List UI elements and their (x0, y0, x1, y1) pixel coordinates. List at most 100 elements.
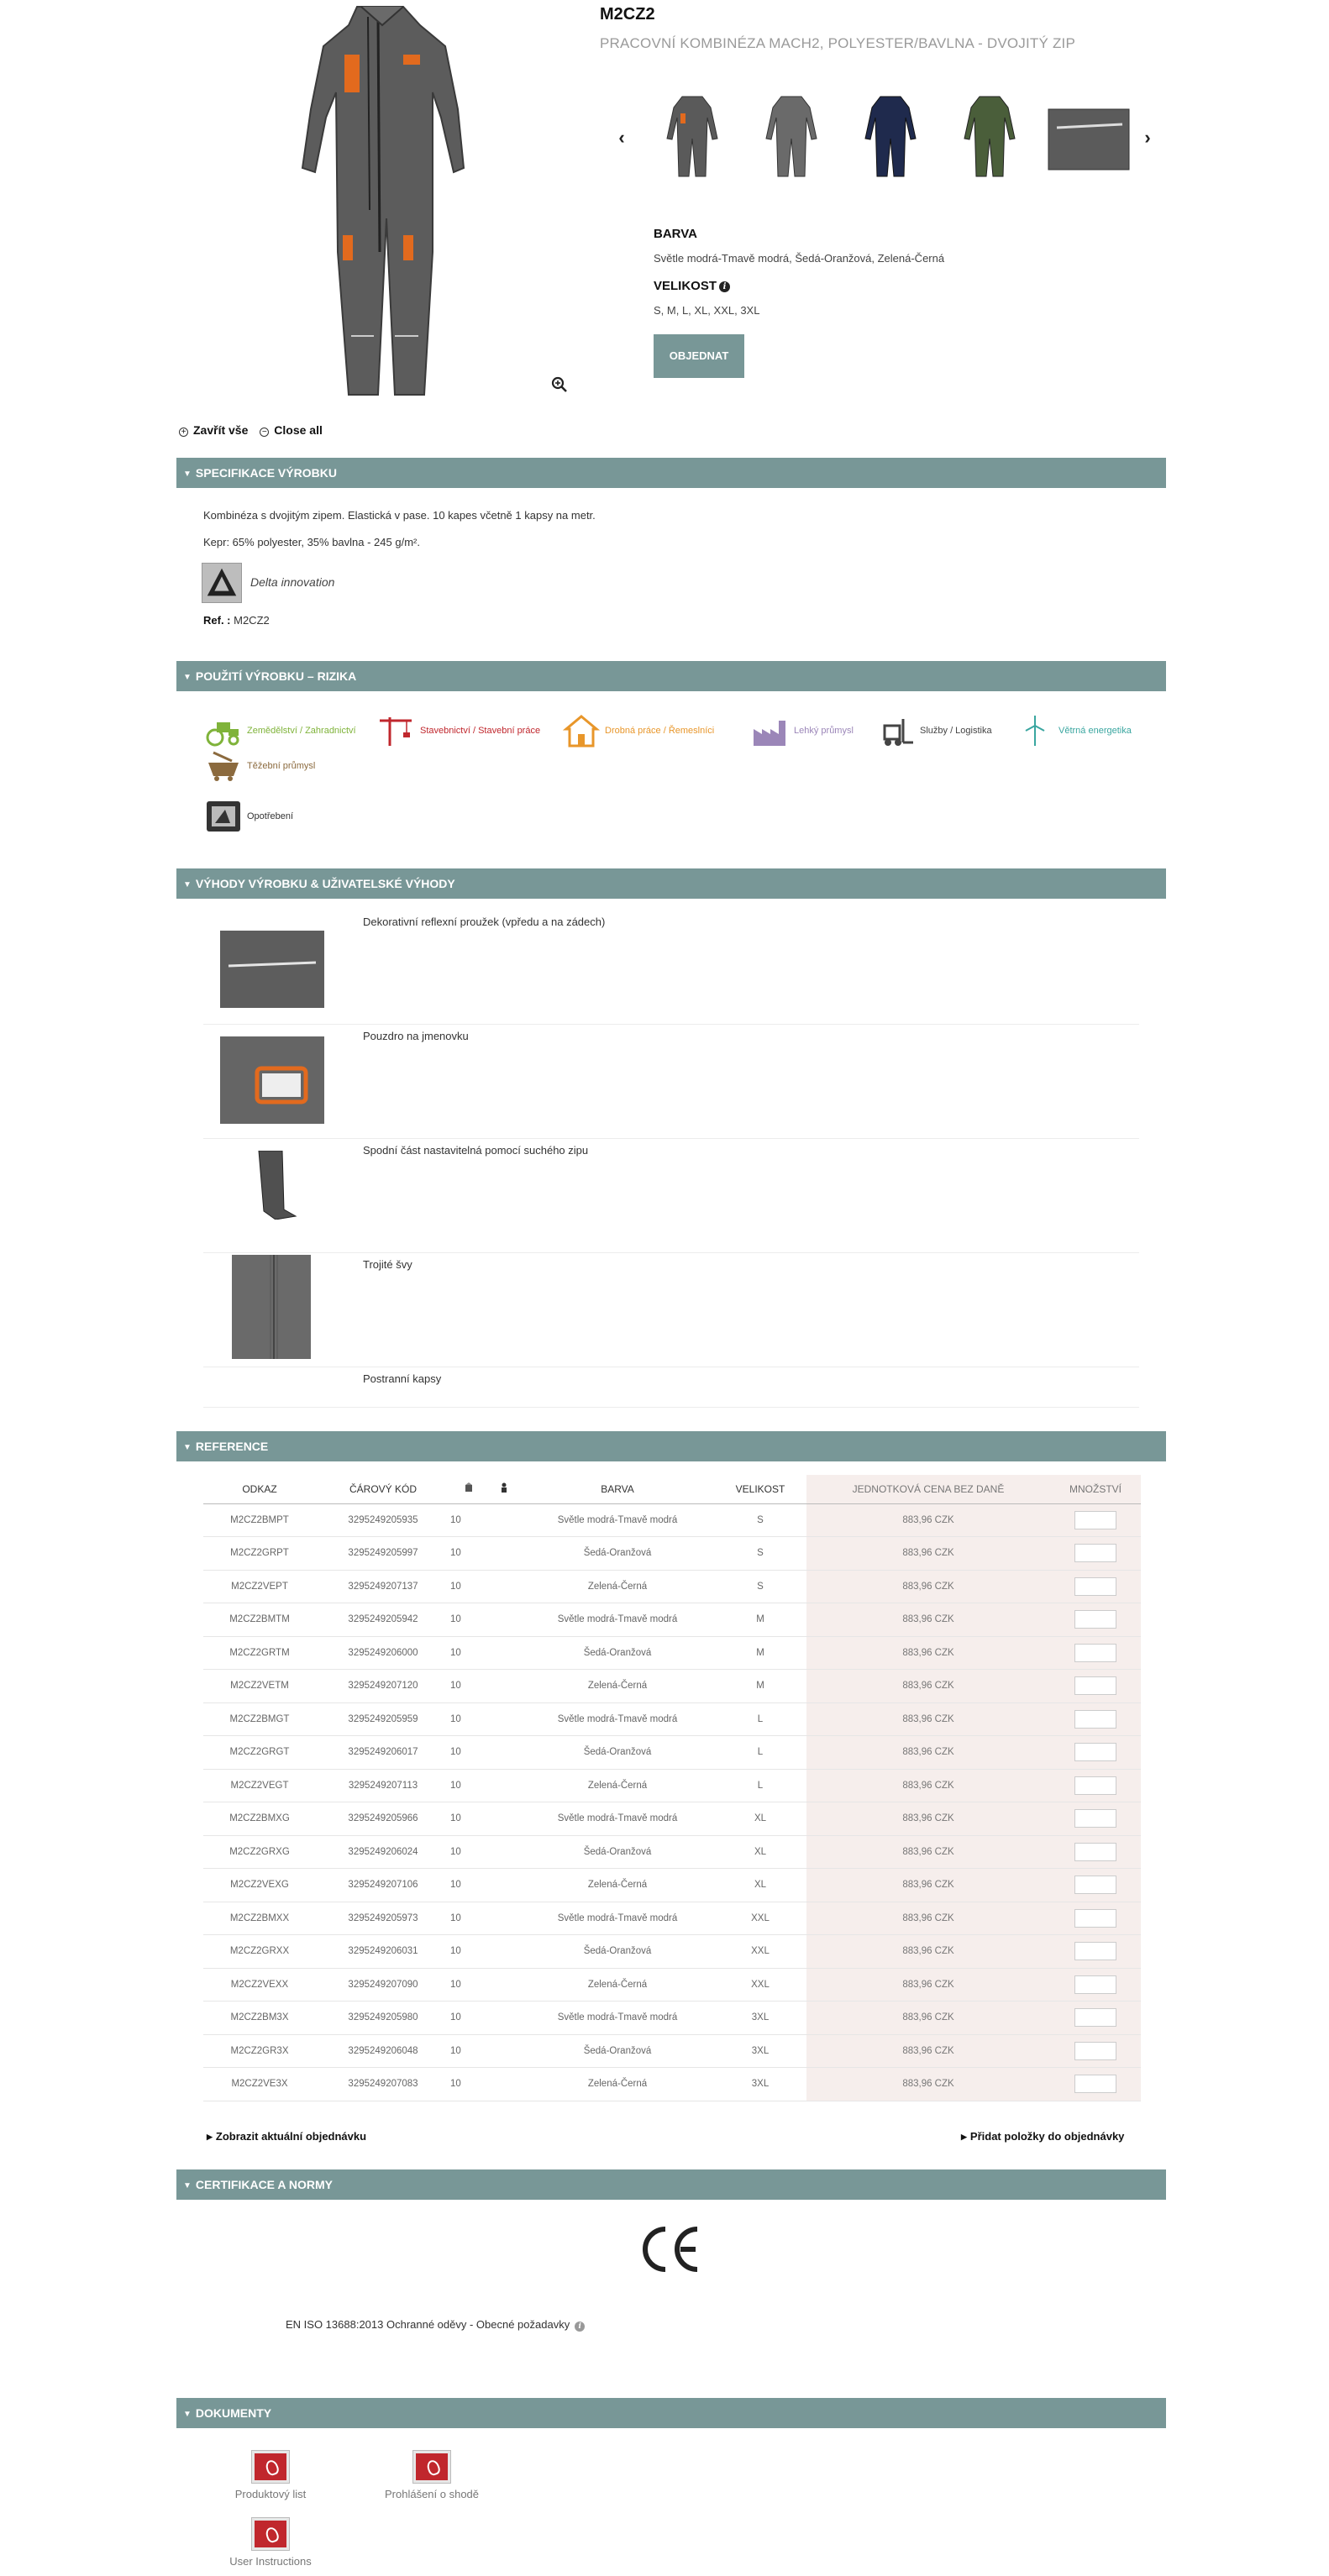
cell-color: Světle modrá-Tmavě modrá (521, 1702, 714, 1736)
show-current-order-link[interactable]: ▶ Zobrazit aktuální objednávku (207, 2130, 366, 2143)
wear-icon (207, 801, 240, 832)
quantity-input[interactable] (1074, 1577, 1116, 1596)
cell-color: Šedá-Oranžová (521, 1934, 714, 1969)
cell-person (487, 1769, 521, 1802)
quantity-input[interactable] (1074, 1510, 1116, 1529)
cell-pack: 10 (450, 2001, 487, 2035)
ref-value: M2CZ2 (234, 614, 270, 627)
chevron-right-icon[interactable]: › (1137, 126, 1158, 150)
thumbnail-navy[interactable] (848, 92, 932, 185)
thumbnail-grey[interactable] (749, 92, 833, 185)
cell-person (487, 1802, 521, 1836)
triangle-right-icon: ▶ (207, 2133, 213, 2141)
cell-price: 883,96 CZK (806, 1503, 1050, 1537)
caret-down-icon: ▼ (183, 1443, 192, 1452)
quantity-input[interactable] (1074, 1876, 1116, 1895)
thumbnail-grey-orange[interactable] (650, 92, 734, 185)
cell-price: 883,96 CZK (806, 1934, 1050, 1969)
cell-color: Zelená-Černá (521, 1769, 714, 1802)
usage-crafts: Drobná práce / Řemeslníci (563, 714, 714, 748)
quantity-input[interactable] (1074, 1809, 1116, 1828)
cell-size: XXL (714, 1968, 806, 2002)
table-row: M2CZ2VE3X 3295249207083 10 Zelená-Černá 3XL 8… (203, 2067, 1141, 2101)
quantity-input[interactable] (1074, 2041, 1116, 2060)
quantity-input[interactable] (1074, 1776, 1116, 1795)
cell-pack: 10 (450, 1570, 487, 1603)
section-benefits-header[interactable]: ▼ VÝHODY VÝROBKU & UŽIVATELSKÉ VÝHODY (176, 868, 1166, 899)
cell-size: S (714, 1570, 806, 1603)
benefit-text: Spodní část nastavitelná pomocí suchého … (363, 1144, 589, 1157)
info-icon[interactable]: i (719, 281, 731, 292)
quantity-input[interactable] (1074, 2008, 1116, 2028)
info-icon[interactable]: i (575, 2322, 586, 2332)
quantity-input[interactable] (1074, 1643, 1116, 1662)
usage-logistics: Služby / Logistika (878, 714, 992, 748)
document-user-instructions[interactable]: User Instructions (203, 2518, 338, 2568)
cell-person (487, 1503, 521, 1537)
order-button[interactable]: OBJEDNAT (654, 334, 744, 378)
cell-qty (1050, 2001, 1141, 2035)
table-row: M2CZ2BMXG 3295249205966 10 Světle modrá-Tma… (203, 1802, 1141, 1836)
section-usage-header[interactable]: ▼ POUŽITÍ VÝROBKU – RIZIKA (176, 661, 1166, 691)
quantity-input[interactable] (1074, 1975, 1116, 1994)
section-reference-header[interactable]: ▼ REFERENCE (176, 1431, 1166, 1461)
cell-order-code: M2CZ2GRPT (203, 1536, 316, 1571)
section-documents-header[interactable]: ▼ DOKUMENTY (176, 2398, 1166, 2428)
table-body: M2CZ2BMPT 3295249205935 10 Světle modrá-Tma… (203, 1503, 1141, 2101)
document-product-sheet[interactable]: Produktový list (203, 2451, 338, 2500)
quantity-input[interactable] (1074, 1676, 1116, 1696)
cell-pack: 10 (450, 1536, 487, 1571)
quantity-input[interactable] (1074, 1908, 1116, 1928)
quantity-input[interactable] (1074, 1743, 1116, 1762)
cell-ean: 3295249206017 (316, 1735, 450, 1770)
quantity-input[interactable] (1074, 1842, 1116, 1861)
cell-order-code: M2CZ2BMTM (203, 1603, 316, 1637)
quantity-input[interactable] (1074, 2075, 1116, 2094)
chevron-left-icon[interactable]: ‹ (612, 126, 632, 150)
zoom-icon[interactable] (551, 376, 568, 393)
cell-person (487, 2067, 521, 2101)
cell-price: 883,96 CZK (806, 1868, 1050, 1902)
expand-all-toggle[interactable]: + Zavřít vše (179, 423, 248, 437)
quantity-input[interactable] (1074, 1942, 1116, 1961)
cell-order-code: M2CZ2VEXX (203, 1968, 316, 2002)
forklift-icon (883, 719, 913, 746)
table-row: M2CZ2VEXX 3295249207090 10 Zelená-Černá XXL 8… (203, 1968, 1141, 2002)
quantity-input[interactable] (1074, 1544, 1116, 1563)
cell-pack: 10 (450, 1934, 487, 1969)
cell-color: Zelená-Černá (521, 1968, 714, 2002)
factory-icon (754, 721, 785, 746)
table-row: M2CZ2VEGT 3295249207113 10 Zelená-Černá L 883… (203, 1769, 1141, 1802)
benefit-image-triple-seams (232, 1255, 311, 1361)
delta-innovation-logo (202, 563, 242, 603)
triangle-right-icon: ▶ (961, 2133, 967, 2141)
cell-size: 3XL (714, 2067, 806, 2101)
thumbnail-green[interactable] (948, 92, 1032, 185)
table-row: M2CZ2GR3X 3295249206048 10 Šedá-Oranžová 3XL… (203, 2034, 1141, 2068)
table-row: M2CZ2BM3X 3295249205980 10 Světle modrá-Tma… (203, 2001, 1141, 2035)
spec-description: Kombinéza s dvojitým zipem. Elastická v … (203, 509, 596, 522)
product-main-image[interactable] (277, 0, 487, 403)
quantity-input[interactable] (1074, 1709, 1116, 1729)
wind-turbine-icon (1025, 716, 1045, 746)
cell-color: Zelená-Černá (521, 1570, 714, 1603)
cell-person (487, 1570, 521, 1603)
cell-ean: 3295249205942 (316, 1603, 450, 1637)
cell-size: L (714, 1702, 806, 1736)
close-all-toggle[interactable]: − Close all (260, 423, 323, 437)
cell-ean: 3295249207083 (316, 2067, 450, 2101)
quantity-input[interactable] (1074, 1610, 1116, 1629)
cell-price: 883,96 CZK (806, 1902, 1050, 1935)
thumbnail-reflective-detail[interactable] (1047, 92, 1131, 185)
table-row: M2CZ2BMXX 3295249205973 10 Světle modrá-Tma… (203, 1902, 1141, 1935)
cell-order-code: M2CZ2BMXX (203, 1902, 316, 1935)
section-certification-header[interactable]: ▼ CERTIFIKACE A NORMY (176, 2169, 1166, 2200)
add-items-link[interactable]: ▶ Přidat položky do objednávky (961, 2130, 1124, 2143)
document-declaration[interactable]: Prohlášení o shodě (365, 2451, 499, 2500)
section-spec-header[interactable]: ▼ SPECIFIKACE VÝROBKU (176, 458, 1166, 488)
benefit-text: Postranní kapsy (363, 1372, 442, 1385)
person-icon (502, 1482, 507, 1493)
cell-color: Zelená-Černá (521, 2067, 714, 2101)
cell-price: 883,96 CZK (806, 1769, 1050, 1802)
benefit-item: Pouzdro na jmenovku (203, 1025, 1139, 1139)
